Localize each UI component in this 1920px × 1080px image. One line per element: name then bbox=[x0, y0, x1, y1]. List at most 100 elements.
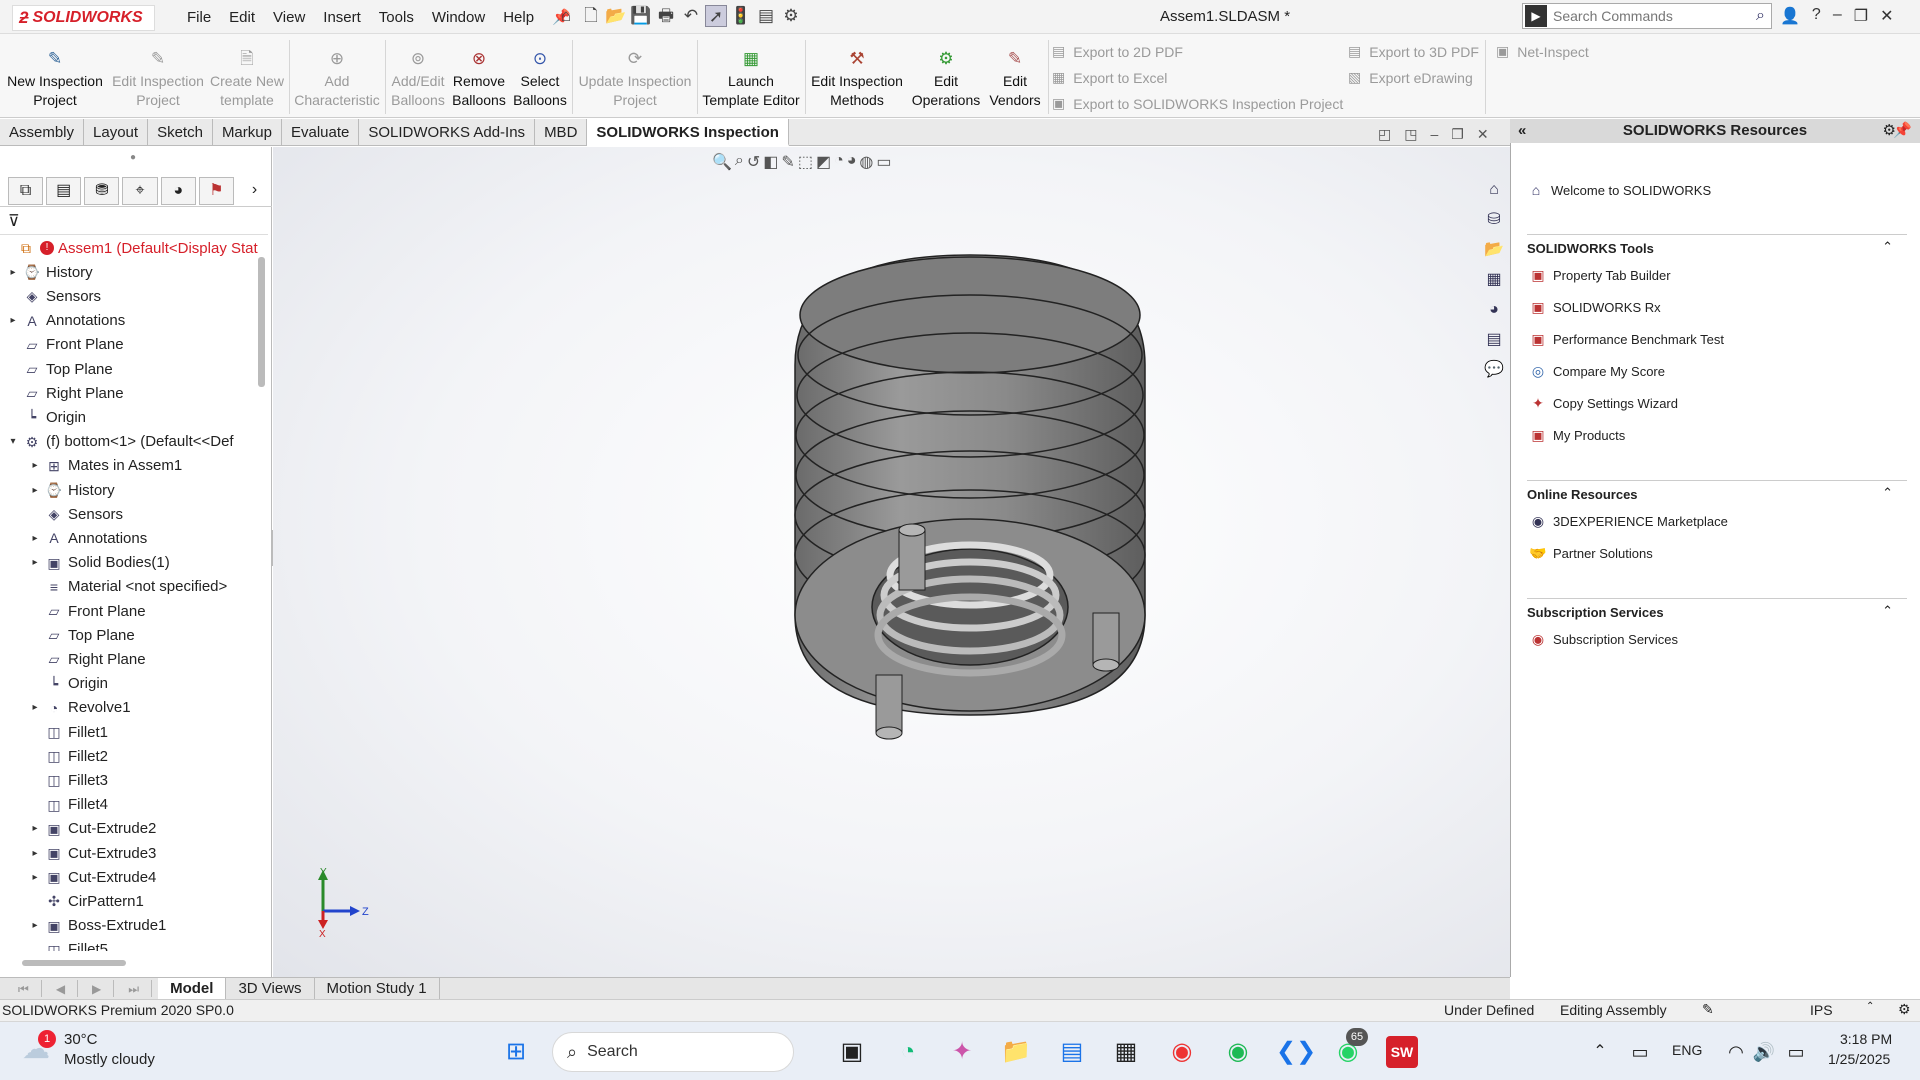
language-indicator[interactable]: ENG bbox=[1672, 1042, 1702, 1058]
windows-start-icon[interactable]: ⊞ bbox=[500, 1036, 532, 1068]
appearances-icon[interactable]: ◕ bbox=[1482, 298, 1506, 322]
next-tab-icon[interactable]: ▶ bbox=[80, 980, 115, 997]
export-inspection-project-button[interactable]: ▣ Export to SOLIDWORKS Inspection Project bbox=[1052, 95, 1343, 112]
tab-markup[interactable]: Markup bbox=[213, 119, 282, 146]
battery-icon[interactable]: ▭ bbox=[1780, 1036, 1812, 1068]
tree-node[interactable]: ⧉! Assem1 (Default<Display Stat bbox=[0, 236, 258, 260]
launch-template-editor-button[interactable]: ▦ Launch Template Editor bbox=[700, 48, 802, 110]
select-icon[interactable]: ➚ bbox=[705, 5, 727, 27]
tree-node[interactable]: ▸ ◔ Revolve1 bbox=[28, 696, 130, 720]
expand-toggle-icon[interactable]: ▸ bbox=[6, 267, 20, 278]
tab-mbd[interactable]: MBD bbox=[535, 119, 588, 146]
tree-node[interactable]: ▸ ▣ Cut-Extrude4 bbox=[28, 865, 156, 889]
export-2d-pdf-button[interactable]: ▤ Export to 2D PDF bbox=[1052, 43, 1183, 60]
tree-node[interactable]: ▸ ▣ Solid Bodies(1) bbox=[28, 551, 169, 575]
marketplace-link[interactable]: ◉ 3DEXPERIENCE Marketplace bbox=[1529, 512, 1728, 530]
viewport-restore-icon[interactable]: ❐ bbox=[1451, 126, 1464, 143]
tree-node[interactable]: ▱ Front Plane bbox=[28, 599, 146, 623]
notepad-icon[interactable]: ▤ bbox=[1056, 1036, 1088, 1068]
weather-widget[interactable]: ☁ 1 bbox=[22, 1030, 58, 1068]
welcome-link[interactable]: ⌂ Welcome to SOLIDWORKS bbox=[1527, 181, 1711, 199]
threaded-insert-model[interactable] bbox=[780, 245, 1160, 755]
property-tab-builder-link[interactable]: ▣ Property Tab Builder bbox=[1529, 266, 1670, 284]
tree-node[interactable]: ◈ Sensors bbox=[28, 502, 123, 526]
collapse-chevron-icon[interactable]: ⌃ bbox=[1882, 239, 1893, 255]
spotify-icon[interactable]: ◉ bbox=[1222, 1036, 1254, 1068]
custom-properties-icon[interactable]: ▤ bbox=[1482, 328, 1506, 352]
tree-node[interactable]: ▱ Top Plane bbox=[28, 623, 135, 647]
view-orientation-icon[interactable]: ⬚ bbox=[798, 152, 813, 172]
tab-assembly[interactable]: Assembly bbox=[0, 119, 85, 146]
apply-scene-icon[interactable]: ◍ bbox=[859, 152, 873, 172]
tree-node[interactable]: ◫ Fillet1 bbox=[28, 720, 108, 744]
tree-node[interactable]: ┕ Origin bbox=[6, 405, 86, 429]
expand-toggle-icon[interactable]: ▸ bbox=[28, 485, 42, 496]
tree-horizontal-scrollbar[interactable] bbox=[22, 960, 126, 966]
tree-scrollbar[interactable] bbox=[258, 257, 265, 387]
tab-motion-study-1[interactable]: Motion Study 1 bbox=[315, 978, 440, 999]
tree-node[interactable]: ◫ Fillet4 bbox=[28, 793, 108, 817]
tree-node[interactable]: ▸ ▣ Cut-Extrude3 bbox=[28, 841, 156, 865]
open-icon[interactable]: 📂 bbox=[605, 5, 627, 27]
minimize-icon[interactable]: – bbox=[1833, 6, 1842, 26]
search-input[interactable]: Search Commands bbox=[1553, 8, 1756, 24]
forum-icon[interactable]: 💬 bbox=[1482, 358, 1506, 382]
new-document-icon[interactable]: 🗋 bbox=[580, 5, 602, 27]
section-view-icon[interactable]: ◧ bbox=[763, 152, 778, 172]
tab-addins[interactable]: SOLIDWORKS Add-Ins bbox=[359, 119, 536, 146]
customize-status-icon[interactable]: ⚙ bbox=[1898, 1001, 1911, 1018]
calendar-app-icon[interactable]: ▦ bbox=[1110, 1036, 1142, 1068]
expand-toggle-icon[interactable]: ▾ bbox=[6, 436, 20, 447]
tab-scroll-arrows[interactable]: ⏮ ◀ ▶ ⏭ bbox=[0, 978, 158, 999]
tree-node[interactable]: ✣ CirPattern1 bbox=[28, 889, 144, 913]
menu-file[interactable]: File bbox=[178, 9, 220, 26]
file-properties-icon[interactable]: ▤ bbox=[755, 5, 777, 27]
edit-appearance-icon[interactable]: ◕ bbox=[847, 152, 857, 172]
rebuild-icon[interactable]: 🚦 bbox=[730, 5, 752, 27]
tile-left-icon[interactable]: ◰ bbox=[1378, 126, 1391, 143]
file-explorer-icon[interactable]: 📂 bbox=[1482, 238, 1506, 262]
expand-toggle-icon[interactable]: ▸ bbox=[28, 823, 42, 834]
add-characteristic-button[interactable]: ⊕ Add Characteristic bbox=[293, 48, 381, 110]
tree-node[interactable]: ▱ Front Plane bbox=[6, 333, 124, 357]
solidworks-logo[interactable]: ƻ SOLIDWORKS bbox=[12, 5, 155, 31]
tree-node[interactable]: ▸ ▣ Cut-Extrude2 bbox=[28, 817, 156, 841]
expand-toggle-icon[interactable]: ▸ bbox=[28, 702, 42, 713]
tree-node[interactable]: ┕ Origin bbox=[28, 672, 108, 696]
tree-node[interactable]: ≡ Material <not specified> bbox=[28, 575, 227, 599]
tree-node[interactable]: ▸ A Annotations bbox=[28, 526, 147, 550]
tree-node[interactable]: ▸ ▣ Boss-Extrude1 bbox=[28, 914, 166, 938]
options-gear-icon[interactable]: ⚙ bbox=[780, 5, 802, 27]
tab-sketch[interactable]: Sketch bbox=[148, 119, 213, 146]
expand-tabs-chevron-icon[interactable]: › bbox=[237, 177, 272, 205]
display-icon[interactable]: ▭ bbox=[1624, 1036, 1656, 1068]
expand-toggle-icon[interactable]: ▸ bbox=[28, 920, 42, 931]
save-icon[interactable]: 💾 bbox=[630, 5, 652, 27]
tree-node[interactable]: ▸ A Annotations bbox=[6, 309, 125, 333]
tree-node[interactable]: ◫ Fillet5 bbox=[28, 938, 108, 951]
hide-show-items-icon[interactable]: ◔ bbox=[834, 152, 844, 172]
tab-evaluate[interactable]: Evaluate bbox=[282, 119, 360, 146]
design-library-icon[interactable]: ⛁ bbox=[1482, 208, 1506, 232]
compare-score-link[interactable]: ◎ Compare My Score bbox=[1529, 362, 1665, 380]
first-tab-icon[interactable]: ⏮ bbox=[6, 980, 42, 997]
tree-node[interactable]: ▸ ⌚ History bbox=[28, 478, 114, 502]
tree-node[interactable]: ▾ ⚙ (f) bottom<1> (Default<<Def bbox=[6, 430, 233, 454]
tree-node[interactable]: ◫ Fillet2 bbox=[28, 744, 108, 768]
property-manager-tab-icon[interactable]: ▤ bbox=[46, 176, 82, 205]
net-inspect-button[interactable]: ▣ Net-Inspect bbox=[1496, 43, 1589, 60]
subscription-services-link[interactable]: ◉ Subscription Services bbox=[1529, 630, 1678, 648]
tab-model[interactable]: Model bbox=[158, 978, 227, 999]
volume-icon[interactable]: 🔊 bbox=[1748, 1036, 1780, 1068]
last-tab-icon[interactable]: ⏭ bbox=[116, 980, 153, 997]
tree-node[interactable]: ▸ ⊞ Mates in Assem1 bbox=[28, 454, 182, 478]
menu-insert[interactable]: Insert bbox=[314, 9, 370, 26]
menu-edit[interactable]: Edit bbox=[220, 9, 264, 26]
collapse-chevron-icon[interactable]: ⌃ bbox=[1882, 603, 1893, 619]
tree-node[interactable]: ▱ Right Plane bbox=[28, 647, 146, 671]
edit-inspection-project-button[interactable]: ✎ Edit Inspection Project bbox=[110, 48, 206, 110]
benchmark-test-link[interactable]: ▣ Performance Benchmark Test bbox=[1529, 330, 1724, 348]
rebuild-status-icon[interactable]: ✎ bbox=[1702, 1001, 1714, 1018]
prev-tab-icon[interactable]: ◀ bbox=[44, 980, 79, 997]
dimxpert-tab-icon[interactable]: ⌖ bbox=[122, 176, 158, 205]
